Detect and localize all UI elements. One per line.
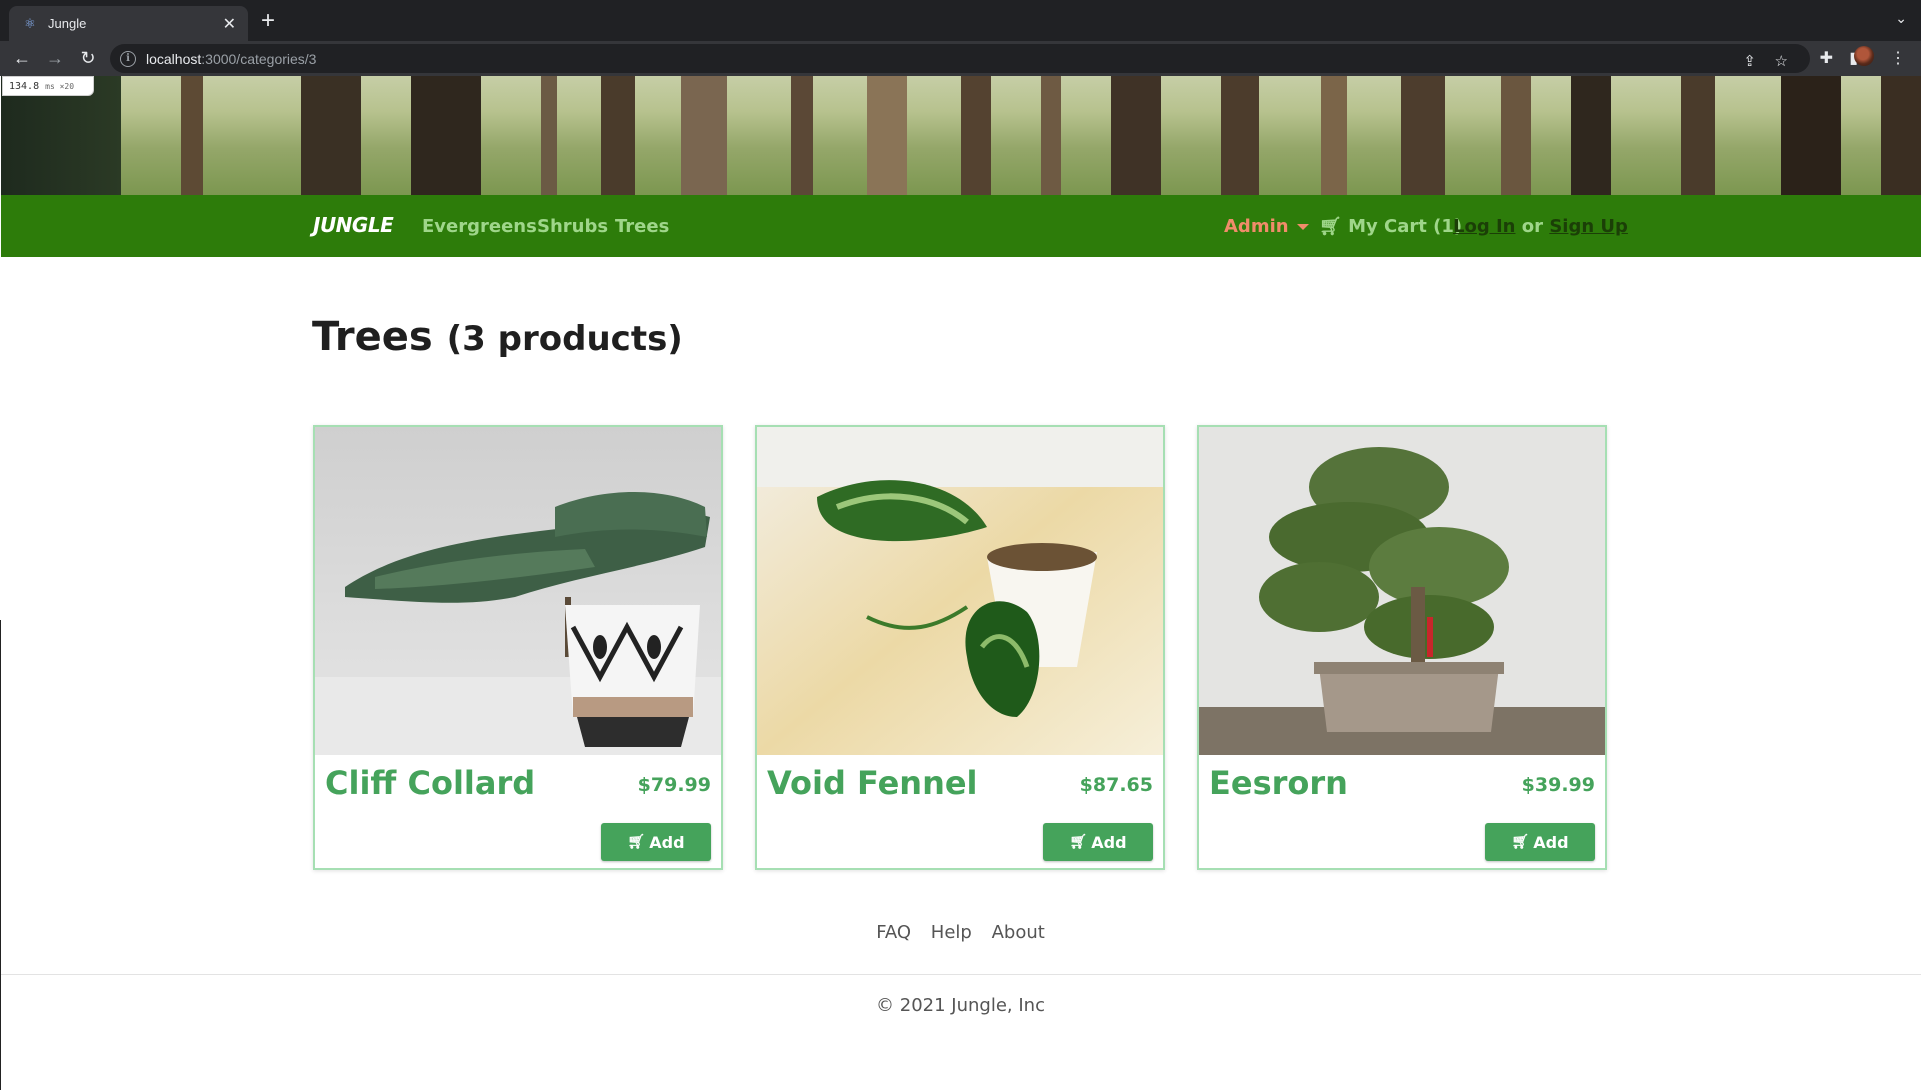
tree-trunk xyxy=(1041,76,1061,195)
tree-trunk xyxy=(301,76,361,195)
extensions-puzzle-icon[interactable]: ✚ xyxy=(1820,48,1833,68)
cart-icon: 🛒︎ xyxy=(1069,834,1088,850)
cart-label: My Cart (1) xyxy=(1348,216,1463,237)
footer-divider xyxy=(0,974,1921,975)
site-navbar: JUNGLE Evergreens Shrubs Trees Admin 🛒︎ … xyxy=(1,195,1921,257)
forward-arrow-icon[interactable]: → xyxy=(42,45,68,71)
tree-trunk xyxy=(1111,76,1161,195)
tree-trunk xyxy=(867,76,907,195)
caret-down-icon xyxy=(1296,224,1309,230)
my-cart-link[interactable]: 🛒︎ My Cart (1) xyxy=(1319,216,1462,237)
add-label: Add xyxy=(1533,832,1569,852)
nav-link-evergreens[interactable]: Evergreens xyxy=(422,216,537,237)
tree-trunk xyxy=(601,76,635,195)
tree-trunk xyxy=(1881,76,1921,195)
add-to-cart-button[interactable]: 🛒︎ Add xyxy=(1043,823,1153,861)
tree-trunk xyxy=(1221,76,1259,195)
bookmark-star-icon[interactable]: ☆ xyxy=(1775,52,1788,70)
product-name[interactable]: Void Fennel xyxy=(767,764,978,802)
react-atom-icon: ⚛ xyxy=(24,15,36,31)
product-name[interactable]: Cliff Collard xyxy=(325,764,535,802)
browser-toolbar: ← → ↻ i localhost:3000/categories/3 ⇪ ☆ … xyxy=(0,41,1921,76)
product-image[interactable] xyxy=(315,427,721,755)
url-text[interactable]: localhost:3000/categories/3 xyxy=(146,51,316,67)
nav-link-trees[interactable]: Trees xyxy=(615,216,669,237)
tab-search-chevron-icon[interactable]: ⌄ xyxy=(1895,10,1907,27)
tree-trunk xyxy=(1781,76,1841,195)
share-icon[interactable]: ⇪ xyxy=(1743,52,1756,70)
tree-trunk xyxy=(681,76,727,195)
window-edge xyxy=(0,620,1,1090)
site-info-icon[interactable]: i xyxy=(120,50,136,67)
back-arrow-icon[interactable]: ← xyxy=(9,45,35,71)
cart-icon: 🛒︎ xyxy=(1511,834,1530,850)
add-label: Add xyxy=(1091,832,1127,852)
new-tab-icon[interactable]: + xyxy=(261,8,275,34)
footer-link-faq[interactable]: FAQ xyxy=(876,922,911,943)
browser-tab-strip: ⚛ Jungle ✕ + ⌄ xyxy=(0,0,1921,41)
add-to-cart-button[interactable]: 🛒︎ Add xyxy=(601,823,711,861)
tree-trunk xyxy=(791,76,813,195)
forest-hero-banner xyxy=(1,76,1921,195)
product-count: (3 products) xyxy=(446,319,683,359)
tree-trunk xyxy=(1321,76,1347,195)
page-title: Trees (3 products) xyxy=(312,314,683,360)
tree-trunk xyxy=(541,76,557,195)
tree-trunk xyxy=(1501,76,1531,195)
browser-tab[interactable]: ⚛ Jungle ✕ xyxy=(9,6,248,41)
category-name: Trees xyxy=(312,314,433,360)
add-label: Add xyxy=(649,832,685,852)
tree-trunk xyxy=(1571,76,1611,195)
auth-links: Log In or Sign Up xyxy=(1453,216,1628,237)
juniper-bonsai-image xyxy=(315,427,721,755)
profile-avatar[interactable] xyxy=(1854,46,1874,66)
admin-label: Admin xyxy=(1224,216,1289,237)
cart-icon: 🛒︎ xyxy=(1319,216,1342,237)
tree-trunk xyxy=(1681,76,1715,195)
cart-icon: 🛒︎ xyxy=(627,834,646,850)
tree-trunk xyxy=(181,76,203,195)
browser-menu-icon[interactable]: ⋮ xyxy=(1890,48,1906,68)
footer-link-about[interactable]: About xyxy=(992,922,1045,943)
close-tab-icon[interactable]: ✕ xyxy=(223,14,236,34)
product-card: Cliff Collard $79.99 🛒︎ Add xyxy=(313,425,723,870)
url-host: localhost xyxy=(146,50,202,67)
bonsai-tree-image xyxy=(1199,427,1605,755)
perf-value: 134.8 xyxy=(9,81,40,92)
nav-link-shrubs[interactable]: Shrubs xyxy=(537,216,608,237)
tree-trunk xyxy=(411,76,481,195)
add-to-cart-button[interactable]: 🛒︎ Add xyxy=(1485,823,1595,861)
tab-title: Jungle xyxy=(48,16,87,31)
product-image[interactable] xyxy=(757,427,1163,755)
perf-timing-badge: 134.8 ms ×20 xyxy=(2,76,94,96)
copyright-text: © 2021 Jungle, Inc xyxy=(876,995,1045,1016)
product-card: Void Fennel $87.65 🛒︎ Add xyxy=(755,425,1165,870)
footer-link-help[interactable]: Help xyxy=(931,922,972,943)
tree-trunk xyxy=(961,76,991,195)
product-price: $87.65 xyxy=(1079,774,1153,796)
login-link[interactable]: Log In xyxy=(1453,216,1516,237)
tree-trunk xyxy=(1401,76,1445,195)
or-text: or xyxy=(1521,216,1544,237)
reload-icon[interactable]: ↻ xyxy=(75,45,101,71)
product-card: Eesrorn $39.99 🛒︎ Add xyxy=(1197,425,1607,870)
url-path: :3000/categories/3 xyxy=(201,50,317,67)
product-image[interactable] xyxy=(1199,427,1605,755)
footer-links: FAQ Help About xyxy=(0,922,1921,943)
perf-unit: ms ×20 xyxy=(45,82,75,91)
admin-dropdown[interactable]: Admin xyxy=(1224,216,1309,237)
address-bar[interactable]: i localhost:3000/categories/3 ⇪ ☆ xyxy=(110,44,1810,73)
brand-logo[interactable]: JUNGLE xyxy=(313,213,394,237)
product-price: $79.99 xyxy=(637,774,711,796)
signup-link[interactable]: Sign Up xyxy=(1549,216,1628,237)
product-price: $39.99 xyxy=(1521,774,1595,796)
pothos-plant-image xyxy=(757,427,1163,755)
product-name[interactable]: Eesrorn xyxy=(1209,764,1348,802)
